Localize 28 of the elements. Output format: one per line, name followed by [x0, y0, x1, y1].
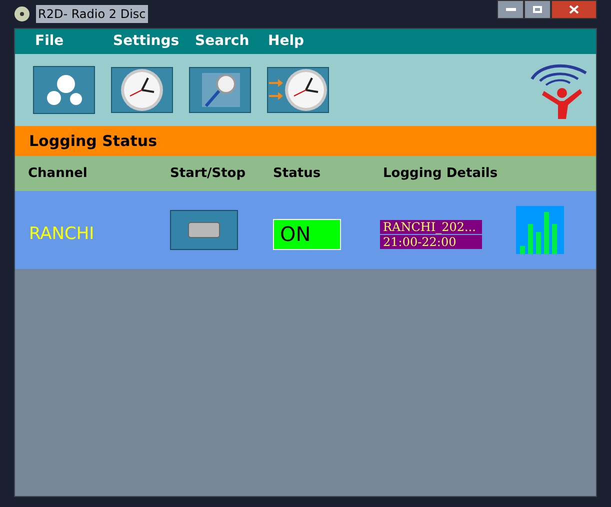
clock-icon — [120, 68, 164, 112]
column-header: Start/Stop — [170, 164, 247, 183]
settings-button[interactable] — [33, 66, 95, 114]
schedule-button[interactable] — [111, 67, 173, 113]
menu-item[interactable]: File — [35, 31, 113, 52]
level-meter-icon — [516, 206, 564, 254]
close-icon — [569, 5, 579, 14]
clock-icon — [284, 68, 328, 112]
menu-item[interactable]: Settings — [113, 31, 195, 52]
scheduled-logging-button[interactable] — [267, 67, 329, 113]
disc-icon — [14, 6, 30, 22]
logging-detail: 21:00-22:00 — [380, 234, 482, 248]
minimize-button[interactable] — [497, 0, 524, 19]
arrows-icon — [268, 78, 282, 102]
logging-detail: RANCHI_202... — [380, 220, 482, 234]
menu-item[interactable]: Help — [268, 31, 304, 52]
search-button[interactable] — [189, 67, 251, 113]
start-stop-button[interactable] — [170, 210, 238, 250]
window-title: R2D- Radio 2 Disc — [36, 5, 148, 23]
column-header: Channel — [28, 164, 88, 183]
status-indicator: ON — [273, 218, 341, 250]
channel-name: RANCHI — [29, 223, 96, 246]
maximize-button[interactable] — [524, 0, 551, 19]
column-header: Logging Details — [383, 164, 499, 183]
section-title: Logging Status — [29, 130, 157, 152]
menu-item[interactable]: Search — [195, 31, 268, 52]
close-button[interactable] — [551, 0, 597, 19]
column-header: Status — [273, 164, 322, 183]
